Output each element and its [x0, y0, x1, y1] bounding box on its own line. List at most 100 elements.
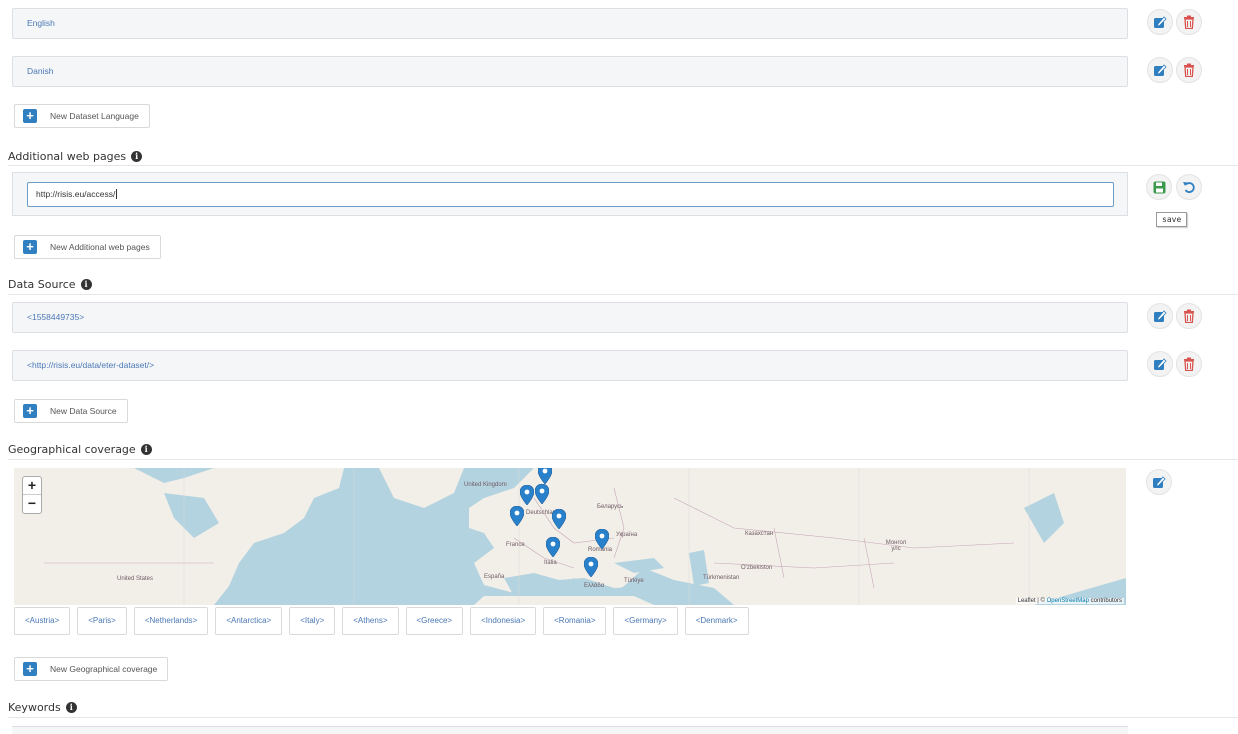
- map-marker-icon[interactable]: [595, 529, 609, 549]
- geo-tag[interactable]: <Germany>: [613, 607, 678, 635]
- new-web-page-button[interactable]: + New Additional web pages: [14, 235, 161, 259]
- trash-icon: [1183, 357, 1195, 371]
- map-marker-icon[interactable]: [552, 509, 566, 529]
- plus-icon: +: [23, 240, 37, 254]
- map-marker-icon[interactable]: [510, 506, 524, 526]
- map-marker-icon[interactable]: [520, 485, 534, 505]
- edit-language-danish-button[interactable]: [1147, 57, 1173, 83]
- info-icon[interactable]: i: [140, 444, 152, 455]
- map-label-kazakhstan: Казахстан: [745, 531, 774, 537]
- geo-tag-list: <Austria> <Paris> <Netherlands> <Antarct…: [14, 607, 749, 635]
- section-divider: [8, 294, 1238, 295]
- map-label-uzbekistan: O'zbekiston: [741, 565, 773, 571]
- add-button-label: New Dataset Language: [50, 111, 139, 121]
- language-field-english[interactable]: English: [12, 8, 1128, 39]
- trash-icon: [1183, 63, 1195, 77]
- map-land: [14, 468, 1126, 605]
- geo-tag[interactable]: <Indonesia>: [470, 607, 537, 635]
- section-divider: [8, 717, 1238, 718]
- add-button-label: New Data Source: [50, 406, 117, 416]
- trash-icon: [1183, 309, 1195, 323]
- web-page-input-value: http://risis.eu/access/: [36, 189, 116, 199]
- plus-icon: +: [23, 404, 37, 418]
- map-marker-icon[interactable]: [538, 468, 552, 484]
- save-tooltip: save: [1156, 212, 1188, 227]
- map-label-turkmenistan: Türkmenistan: [703, 575, 740, 581]
- info-icon[interactable]: i: [80, 279, 92, 290]
- language-field-danish[interactable]: Danish: [12, 56, 1128, 87]
- geo-tag[interactable]: <Paris>: [77, 607, 127, 635]
- new-data-source-button[interactable]: + New Data Source: [14, 399, 128, 423]
- keyword-field-partial[interactable]: [12, 726, 1128, 734]
- geo-tag[interactable]: <Austria>: [14, 607, 71, 635]
- map-marker-icon[interactable]: [546, 537, 560, 557]
- web-page-editor: http://risis.eu/access/: [12, 172, 1128, 216]
- delete-language-english-button[interactable]: [1176, 9, 1202, 35]
- map-marker-icon[interactable]: [584, 557, 598, 577]
- add-button-label: New Additional web pages: [50, 242, 150, 252]
- edit-icon: [1153, 15, 1167, 29]
- map-label-ukraine: Україна: [616, 532, 638, 538]
- map-attribution: Leaflet | © OpenStreetMap contributors: [1015, 598, 1124, 604]
- edit-language-english-button[interactable]: [1147, 9, 1173, 35]
- section-title-data-source: Data Source i: [8, 278, 92, 291]
- delete-language-danish-button[interactable]: [1176, 57, 1202, 83]
- web-page-input[interactable]: http://risis.eu/access/: [27, 182, 1114, 207]
- geo-tag[interactable]: <Athens>: [342, 607, 399, 635]
- new-dataset-language-button[interactable]: + New Dataset Language: [14, 104, 150, 128]
- map-label-belarus: Беларусь: [597, 504, 624, 510]
- geo-tag[interactable]: <Romania>: [543, 607, 607, 635]
- section-title-web-pages: Additional web pages i: [8, 150, 143, 163]
- map-label-italia: Italia: [544, 560, 557, 566]
- section-divider: [8, 165, 1238, 166]
- section-title-text: Additional web pages: [8, 150, 127, 163]
- undo-web-page-button[interactable]: [1176, 174, 1202, 200]
- attribution-link[interactable]: OpenStreetMap: [1047, 598, 1089, 604]
- map-label-espana: España: [484, 574, 505, 580]
- plus-icon: +: [23, 109, 37, 123]
- language-label: Danish: [27, 66, 54, 76]
- edit-geo-coverage-button[interactable]: [1146, 469, 1172, 495]
- data-source-label: <1558449735>: [27, 312, 85, 322]
- section-divider: [8, 459, 1238, 460]
- edit-icon: [1153, 63, 1167, 77]
- geo-tag[interactable]: <Netherlands>: [133, 607, 209, 635]
- attribution-suffix: contributors: [1088, 598, 1122, 604]
- delete-data-source-2-button[interactable]: [1176, 351, 1202, 377]
- data-source-label: <http://risis.eu/data/eter-dataset/>: [27, 360, 155, 370]
- edit-data-source-2-button[interactable]: [1147, 351, 1173, 377]
- trash-icon: [1183, 15, 1195, 29]
- new-geo-coverage-button[interactable]: + New Geographical coverage: [14, 657, 169, 681]
- plus-icon: +: [23, 662, 37, 676]
- add-button-label: New Geographical coverage: [50, 664, 158, 674]
- geo-coverage-map[interactable]: United States United Kingdom Deutschland…: [14, 468, 1126, 605]
- text-cursor: [116, 189, 118, 199]
- section-title-text: Keywords: [8, 701, 61, 714]
- geo-tag[interactable]: <Denmark>: [684, 607, 749, 635]
- geo-tag[interactable]: <Greece>: [405, 607, 464, 635]
- language-label: English: [27, 18, 55, 28]
- edit-icon: [1152, 475, 1166, 489]
- data-source-field-2[interactable]: <http://risis.eu/data/eter-dataset/>: [12, 350, 1128, 381]
- edit-icon: [1153, 309, 1167, 323]
- data-source-field-1[interactable]: <1558449735>: [12, 302, 1128, 333]
- map-label-united-kingdom: United Kingdom: [464, 482, 507, 488]
- section-title-geo: Geographical coverage i: [8, 443, 152, 456]
- info-icon[interactable]: i: [131, 151, 143, 162]
- geo-tag[interactable]: <Antarctica>: [215, 607, 283, 635]
- floppy-icon: [1153, 181, 1166, 194]
- zoom-out-button[interactable]: −: [23, 495, 41, 513]
- save-web-page-button[interactable]: [1146, 174, 1172, 200]
- map-marker-icon[interactable]: [535, 484, 549, 504]
- info-icon[interactable]: i: [65, 702, 77, 713]
- section-title-text: Data Source: [8, 278, 76, 291]
- map-label-ellada: Ελλάδα: [584, 583, 605, 589]
- delete-data-source-1-button[interactable]: [1176, 303, 1202, 329]
- edit-data-source-1-button[interactable]: [1147, 303, 1173, 329]
- edit-icon: [1153, 357, 1167, 371]
- map-label-france: France: [506, 542, 525, 548]
- geo-tag[interactable]: <Italy>: [289, 607, 336, 635]
- section-title-keywords: Keywords i: [8, 701, 77, 714]
- zoom-in-button[interactable]: +: [23, 477, 41, 495]
- undo-icon: [1182, 180, 1196, 194]
